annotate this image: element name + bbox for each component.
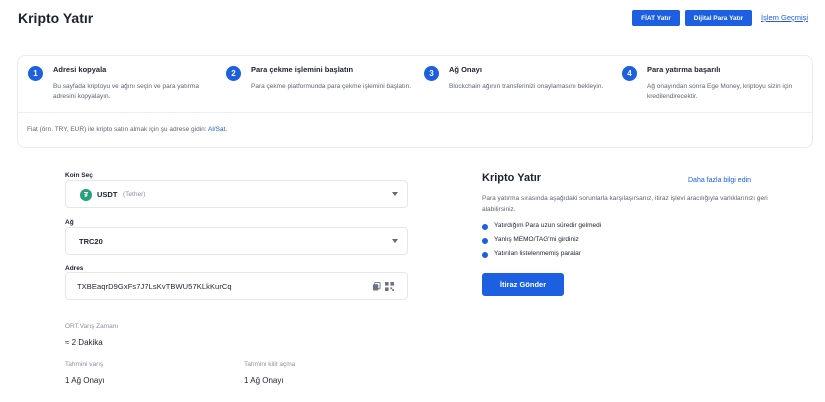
issue-text: Yatırılan listelenmemiş paralar <box>494 250 581 257</box>
network-select[interactable]: TRC20 <box>65 227 408 255</box>
steps-row: 1 Adresi kopyala Bu sayfada kriptoyu ve … <box>18 56 812 113</box>
side-panel-description: Para yatırma sırasında aşağıdaki sorunla… <box>482 195 768 213</box>
avg-arrival-label: ORT.Varış Zamanı <box>65 323 119 330</box>
step-number-badge: 4 <box>622 66 637 81</box>
coin-name: (Tether) <box>123 191 146 198</box>
copy-icon[interactable] <box>372 282 381 291</box>
page-title: Kripto Yatır <box>18 10 94 26</box>
est-unlock-value: 1 Ağ Onayı <box>244 376 284 385</box>
issue-item: Yatırılan listelenmemiş paralar <box>482 250 782 260</box>
submit-appeal-button[interactable]: İtiraz Gönder <box>482 273 564 296</box>
crypto-deposit-button[interactable]: Dijital Para Yatır <box>685 10 752 26</box>
coin-select-label: Koin Seç <box>65 172 93 179</box>
chevron-down-icon <box>392 192 398 196</box>
step-title: Para yatırma başarılı <box>647 65 721 74</box>
est-arrival-value: 1 Ağ Onayı <box>65 376 105 385</box>
step-description: Bu sayfada kriptoyu ve ağını seçin ve pa… <box>53 83 199 100</box>
network-select-label: Ağ <box>65 219 74 226</box>
step-title: Para çekme işlemini başlatın <box>251 65 354 74</box>
step-description: Ağ onayından sonra Ege Money, kriptoyu s… <box>647 83 793 100</box>
issue-item: Yanlış MEMO/TAG'mi girdiniz <box>482 236 782 246</box>
step-number-badge: 1 <box>28 66 43 81</box>
fiat-deposit-button[interactable]: FİAT Yatır <box>632 10 680 26</box>
address-field[interactable]: TXBEaqrD9GxFs7J7LsKvTBWU57KLkKurCq <box>65 272 408 300</box>
buy-sell-link[interactable]: Al/Sat. <box>208 126 227 133</box>
steps-card: 1 Adresi kopyala Bu sayfada kriptoyu ve … <box>17 55 813 148</box>
step-title: Ağ Onayı <box>449 65 482 74</box>
transaction-history-link[interactable]: İşlem Geçmişi <box>761 13 808 22</box>
coin-code: USDT <box>97 190 118 199</box>
issue-text: Yatırdığım Para uzun süredir gelmedi <box>494 222 602 229</box>
step-number-badge: 2 <box>226 66 241 81</box>
side-panel-title: Kripto Yatır <box>482 172 542 184</box>
tether-icon: ₮ <box>80 189 92 201</box>
chevron-down-icon <box>392 239 398 243</box>
bullet-icon <box>482 252 488 258</box>
network-value: TRC20 <box>79 237 103 246</box>
coin-select[interactable]: ₮ USDT (Tether) <box>65 180 408 208</box>
address-value: TXBEaqrD9GxFs7J7LsKvTBWU57KLkKurCq <box>77 282 232 291</box>
step-description: Blockchain ağının transferinizi onaylama… <box>449 83 604 90</box>
step-description: Para çekme platformunda para çekme işlem… <box>251 83 412 90</box>
issue-text: Yanlış MEMO/TAG'mi girdiniz <box>494 236 579 243</box>
bullet-icon <box>482 238 488 244</box>
est-arrival-label: Tahmini varış <box>65 361 104 368</box>
est-unlock-label: Tahmini kilit açma <box>244 361 296 368</box>
bullet-icon <box>482 224 488 230</box>
address-label: Adres <box>65 265 84 272</box>
avg-arrival-value: ≈ 2 Dakika <box>65 338 103 347</box>
fiat-note: Fiat (örn. TRY, EUR) ile kripto satın al… <box>27 126 227 133</box>
step-number-badge: 3 <box>424 66 439 81</box>
learn-more-link[interactable]: Daha fazla bilgi edin <box>688 177 751 184</box>
qr-code-icon[interactable] <box>385 282 394 291</box>
fiat-note-text: Fiat (örn. TRY, EUR) ile kripto satın al… <box>27 126 208 133</box>
step-title: Adresi kopyala <box>53 65 107 74</box>
issue-item: Yatırdığım Para uzun süredir gelmedi <box>482 222 782 232</box>
